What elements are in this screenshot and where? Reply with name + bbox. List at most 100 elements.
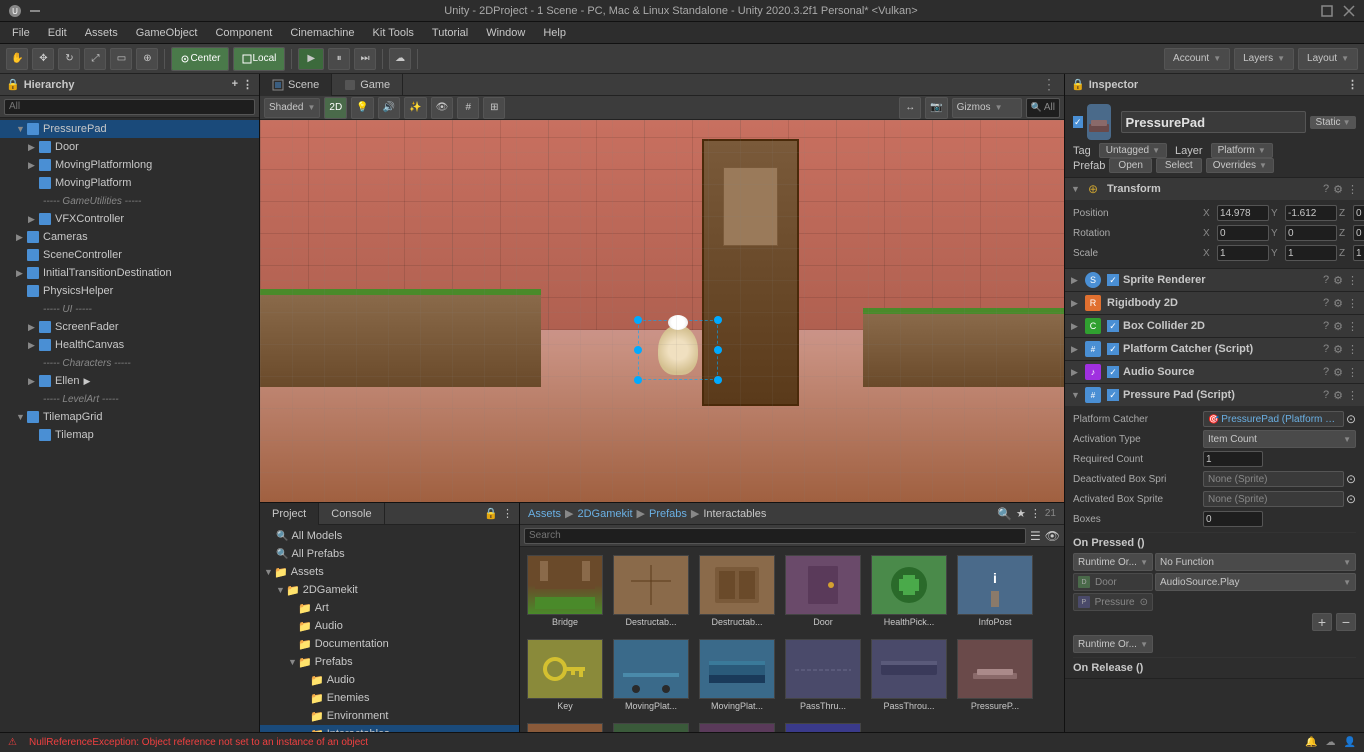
platformcatcher-header[interactable]: ▶ # Platform Catcher (Script) ? ⚙ ⋮: [1065, 338, 1364, 360]
event-add-button[interactable]: +: [1312, 613, 1332, 631]
hierarchy-more-icon[interactable]: ⋮: [242, 78, 253, 91]
sprite-renderer-header[interactable]: ▶ S Sprite Renderer ? ⚙ ⋮: [1065, 269, 1364, 291]
rigidbody2d-header[interactable]: ▶ R Rigidbody 2D ? ⚙ ⋮: [1065, 292, 1364, 314]
prefab-open-button[interactable]: Open: [1109, 158, 1151, 173]
hierarchy-item-ui[interactable]: ▶ ----- UI -----: [0, 300, 259, 318]
hierarchy-item-cameras[interactable]: ▶ Cameras: [0, 228, 259, 246]
fx-button[interactable]: ✨: [404, 97, 426, 119]
breadcrumb-prefabs[interactable]: Prefabs: [649, 508, 687, 520]
assets-more-icon[interactable]: ⋮: [1030, 507, 1041, 520]
lights-button[interactable]: 💡: [351, 97, 373, 119]
position-z[interactable]: 0: [1353, 205, 1364, 221]
layer-dropdown[interactable]: Platform ▼: [1211, 143, 1273, 158]
sprite-more-icon[interactable]: ⋮: [1347, 274, 1358, 287]
space-button[interactable]: Local: [234, 48, 284, 70]
menu-gameobject[interactable]: GameObject: [128, 25, 206, 41]
hierarchy-add-icon[interactable]: +: [232, 78, 238, 91]
hierarchy-search-input[interactable]: [4, 99, 255, 115]
position-y[interactable]: -1.612: [1285, 205, 1337, 221]
gizmos-dropdown[interactable]: Gizmos ▼: [952, 98, 1022, 118]
menu-file[interactable]: File: [4, 25, 38, 41]
grid-button[interactable]: #: [457, 97, 479, 119]
assets-search-input[interactable]: [524, 528, 1026, 544]
breadcrumb-2dgamekit[interactable]: 2DGamekit: [577, 508, 632, 520]
sprite-help-icon[interactable]: ?: [1323, 274, 1329, 286]
collider-enabled[interactable]: [1107, 320, 1119, 332]
project-item-documentation[interactable]: ▶ 📁 Documentation: [260, 635, 519, 653]
menu-kittools[interactable]: Kit Tools: [365, 25, 422, 41]
maximize-icon[interactable]: [1320, 4, 1334, 18]
function-dropdown-2[interactable]: AudioSource.Play ▼: [1155, 573, 1356, 591]
asset-passthru1[interactable]: PassThru...: [782, 635, 864, 715]
runtime-dropdown-2[interactable]: Runtime Or... ▼: [1073, 635, 1153, 653]
platform-catcher-ref[interactable]: 🎯 PressurePad (Platform C...: [1203, 411, 1344, 427]
sprite-settings-icon[interactable]: ⚙: [1333, 274, 1343, 287]
assets-filter-btn[interactable]: ☰: [1030, 529, 1041, 543]
play-button[interactable]: ▶: [298, 48, 324, 70]
boxes-value[interactable]: 0: [1203, 511, 1263, 527]
hierarchy-item-healthcanvas[interactable]: ▶ HealthCanvas: [0, 336, 259, 354]
asset-passthru2[interactable]: PassThrou...: [868, 635, 950, 715]
required-count-value[interactable]: 1: [1203, 451, 1263, 467]
asset-healthpick[interactable]: HealthPick...: [868, 551, 950, 631]
menu-edit[interactable]: Edit: [40, 25, 75, 41]
layout-button[interactable]: Layout ▼: [1298, 48, 1358, 70]
snap-button[interactable]: ⊞: [483, 97, 505, 119]
step-button[interactable]: ⏭: [354, 48, 376, 70]
inspector-more-icon[interactable]: ⋮: [1347, 78, 1358, 91]
audiosource-help-icon[interactable]: ?: [1323, 366, 1329, 378]
hierarchy-item-initialtransition[interactable]: ▶ InitialTransitionDestination: [0, 264, 259, 282]
collab-icon[interactable]: ☁: [1326, 737, 1336, 748]
transform-help-icon[interactable]: ?: [1323, 183, 1329, 195]
tab-game[interactable]: Game: [332, 74, 403, 96]
account-status-icon[interactable]: 👤: [1344, 737, 1356, 748]
hidden-objects-button[interactable]: 👁: [431, 97, 454, 119]
transform-settings-icon[interactable]: ⚙: [1333, 183, 1343, 196]
menu-assets[interactable]: Assets: [77, 25, 126, 41]
deactivated-sprite-ref[interactable]: None (Sprite): [1203, 471, 1344, 487]
asset-bridge[interactable]: Bridge: [524, 551, 606, 631]
position-x[interactable]: 14.978: [1217, 205, 1269, 221]
hierarchy-item-gameutilities[interactable]: ▶ ----- GameUtilities -----: [0, 192, 259, 210]
asset-destructable1[interactable]: Destructab...: [610, 551, 692, 631]
transform-tool-button[interactable]: ⊕: [136, 48, 158, 70]
scale-tool-button[interactable]: ⤢: [84, 48, 106, 70]
object-name-input[interactable]: [1121, 111, 1306, 133]
rotation-y[interactable]: 0: [1285, 225, 1337, 241]
project-item-assets[interactable]: ▼ 📁 Assets: [260, 563, 519, 581]
prefab-overrides-dropdown[interactable]: Overrides ▼: [1206, 158, 1274, 173]
menu-component[interactable]: Component: [207, 25, 280, 41]
object-enabled-checkbox[interactable]: [1073, 116, 1083, 128]
account-button[interactable]: Account ▼: [1164, 48, 1230, 70]
project-item-2dgamekit[interactable]: ▼ 📁 2DGamekit: [260, 581, 519, 599]
hierarchy-item-door[interactable]: ▶ Door: [0, 138, 259, 156]
asset-movingplat1[interactable]: MovingPlat...: [610, 635, 692, 715]
scale-z[interactable]: 1: [1353, 245, 1364, 261]
asset-movingplat2[interactable]: MovingPlat...: [696, 635, 778, 715]
assets-search-icon[interactable]: 🔍: [997, 507, 1012, 521]
rigidbody-help-icon[interactable]: ?: [1323, 297, 1329, 309]
hierarchy-item-scenecontroller[interactable]: ▶ SceneController: [0, 246, 259, 264]
hierarchy-item-tilemapgrid[interactable]: ▼ TilemapGrid: [0, 408, 259, 426]
pressurepad-settings-icon[interactable]: ⚙: [1333, 389, 1343, 402]
pivot-button[interactable]: Center: [172, 48, 228, 70]
hierarchy-item-levelart[interactable]: ▶ ----- LevelArt -----: [0, 390, 259, 408]
hand-tool-button[interactable]: ✋: [6, 48, 28, 70]
function-dropdown-1[interactable]: No Function ▼: [1155, 553, 1356, 571]
camera-btn[interactable]: 📷: [925, 97, 947, 119]
minimize-icon[interactable]: [28, 4, 42, 18]
prefab-select-button[interactable]: Select: [1156, 158, 1202, 173]
pressure-ref[interactable]: P Pressure ⊙: [1073, 593, 1153, 611]
menu-cinemachine[interactable]: Cinemachine: [282, 25, 362, 41]
project-item-allmodels[interactable]: 🔍 All Models: [260, 527, 519, 545]
asset-pressurepad[interactable]: PressureP...: [954, 635, 1036, 715]
static-dropdown[interactable]: Static ▼: [1310, 116, 1357, 129]
scale-x[interactable]: 1: [1217, 245, 1269, 261]
runtime-dropdown-1[interactable]: Runtime Or... ▼: [1073, 553, 1153, 571]
close-icon[interactable]: [1342, 4, 1356, 18]
shading-dropdown[interactable]: Shaded ▼: [264, 98, 320, 118]
pressurepad-script-header[interactable]: ▼ # Pressure Pad (Script) ? ⚙ ⋮: [1065, 384, 1364, 406]
project-more-icon[interactable]: ⋮: [502, 507, 513, 520]
audiosource-enabled[interactable]: [1107, 366, 1119, 378]
rigidbody-more-icon[interactable]: ⋮: [1347, 297, 1358, 310]
